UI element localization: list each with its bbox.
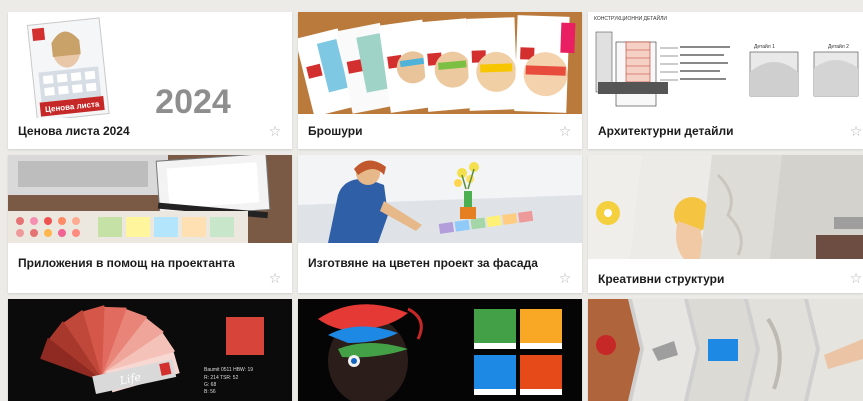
card-title: Креативни структури bbox=[598, 272, 725, 286]
star-icon[interactable]: ☆ bbox=[558, 125, 572, 139]
card-application-steps[interactable] bbox=[588, 299, 863, 401]
card-color-collection[interactable] bbox=[298, 299, 582, 401]
swatch-info-2: R: 214 TSR: 52 bbox=[204, 375, 239, 381]
star-icon[interactable]: ☆ bbox=[849, 272, 863, 286]
swatch-info-3: G: 68 bbox=[204, 382, 216, 388]
designer-tools-thumbnail bbox=[8, 155, 292, 243]
brochures-thumbnail bbox=[298, 12, 582, 114]
sheet-heading: КОНСТРУКЦИОННИ ДЕТАЙЛИ bbox=[594, 14, 667, 22]
detail-1-label: Детайл 1 bbox=[754, 43, 775, 50]
swatch-info-4: B: 56 bbox=[204, 389, 216, 395]
architectural-details-thumbnail: КОНСТРУКЦИОННИ ДЕТАЙЛИ Детайл 1 Детайл 2 bbox=[588, 12, 863, 116]
card-brochures[interactable]: Брошури ☆ bbox=[298, 12, 582, 149]
facade-color-project-thumbnail bbox=[298, 155, 582, 243]
card-creative-structures[interactable]: Креативни структури ☆ bbox=[588, 155, 863, 293]
detail-2-label: Детайл 2 bbox=[828, 43, 849, 50]
swatch-info-1: Baumit 0511 HBW: 19 bbox=[204, 367, 253, 373]
application-steps-thumbnail bbox=[588, 299, 863, 401]
color-fan-thumbnail: Life Baumit 0511 HBW: 19 R: 214 TSR: 52 … bbox=[8, 299, 292, 401]
catalog-grid: Ценова листа 2024 Ценова листа 2024 ☆ Бр… bbox=[0, 0, 863, 401]
card-architectural-details[interactable]: КОНСТРУКЦИОННИ ДЕТАЙЛИ Детайл 1 Детайл 2… bbox=[588, 12, 863, 149]
card-price-list[interactable]: Ценова листа 2024 Ценова листа 2024 ☆ bbox=[8, 12, 292, 149]
card-color-fan[interactable]: Life Baumit 0511 HBW: 19 R: 214 TSR: 52 … bbox=[8, 299, 292, 401]
star-icon[interactable]: ☆ bbox=[268, 272, 282, 286]
big-year: 2024 bbox=[155, 83, 231, 118]
card-title: Ценова листа 2024 bbox=[18, 124, 130, 138]
card-title: Приложения в помощ на проектанта bbox=[18, 256, 235, 270]
star-icon[interactable]: ☆ bbox=[558, 272, 572, 286]
card-title: Брошури bbox=[308, 124, 363, 138]
card-designer-tools[interactable]: Приложения в помощ на проектанта ☆ bbox=[8, 155, 292, 293]
price-list-thumbnail: Ценова листа 2024 bbox=[8, 12, 292, 118]
card-title: Изготвяне на цветен проект за фасада bbox=[308, 256, 538, 270]
color-collection-thumbnail bbox=[298, 299, 582, 401]
star-icon[interactable]: ☆ bbox=[849, 125, 863, 139]
card-title: Архитектурни детайли bbox=[598, 124, 734, 138]
star-icon[interactable]: ☆ bbox=[268, 125, 282, 139]
card-facade-color-project[interactable]: Изготвяне на цветен проект за фасада ☆ bbox=[298, 155, 582, 293]
creative-structures-thumbnail bbox=[588, 155, 863, 259]
